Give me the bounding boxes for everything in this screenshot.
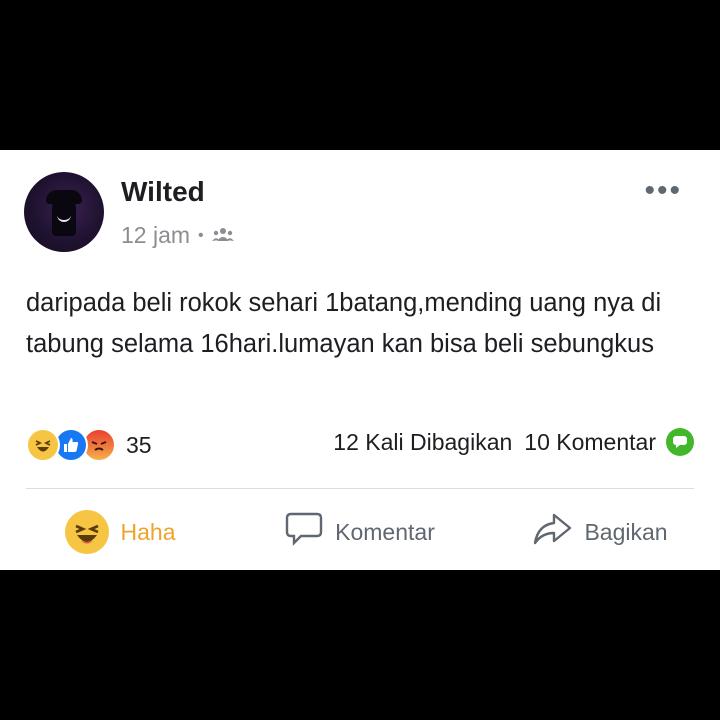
haha-icon <box>26 428 60 462</box>
comment-badge-icon <box>666 428 694 456</box>
comment-icon <box>285 511 323 553</box>
reaction-count: 35 <box>126 431 152 458</box>
reaction-summary[interactable]: 35 <box>26 428 152 462</box>
post-time[interactable]: 12 jam <box>121 222 190 249</box>
divider <box>26 488 694 489</box>
shares-count[interactable]: 12 Kali Dibagikan <box>333 429 512 456</box>
post-meta: 12 jam • <box>121 222 234 249</box>
haha-button[interactable]: Haha <box>0 510 240 554</box>
post-text: daripada beli rokok sehari 1batang,mendi… <box>26 289 662 358</box>
engagement-counts: 12 Kali Dibagikan 10 Komentar <box>321 428 694 456</box>
avatar[interactable] <box>24 172 104 252</box>
share-label: Bagikan <box>584 518 668 545</box>
meta-separator: • <box>198 226 204 244</box>
comment-label: Komentar <box>335 518 435 545</box>
share-button[interactable]: Bagikan <box>480 512 720 552</box>
post-card: Wilted 12 jam • ••• daripada beli rokok … <box>0 150 720 570</box>
share-icon <box>532 512 572 552</box>
comments-count[interactable]: 10 Komentar <box>524 429 656 456</box>
more-options-icon[interactable]: ••• <box>644 174 682 208</box>
author-name[interactable]: Wilted <box>121 176 205 208</box>
action-bar: Haha Komentar Bagikan <box>0 504 720 560</box>
haha-label: Haha <box>120 518 176 545</box>
friends-privacy-icon[interactable] <box>211 222 234 249</box>
haha-reaction-icon <box>64 510 109 554</box>
comment-button[interactable]: Komentar <box>240 511 480 553</box>
